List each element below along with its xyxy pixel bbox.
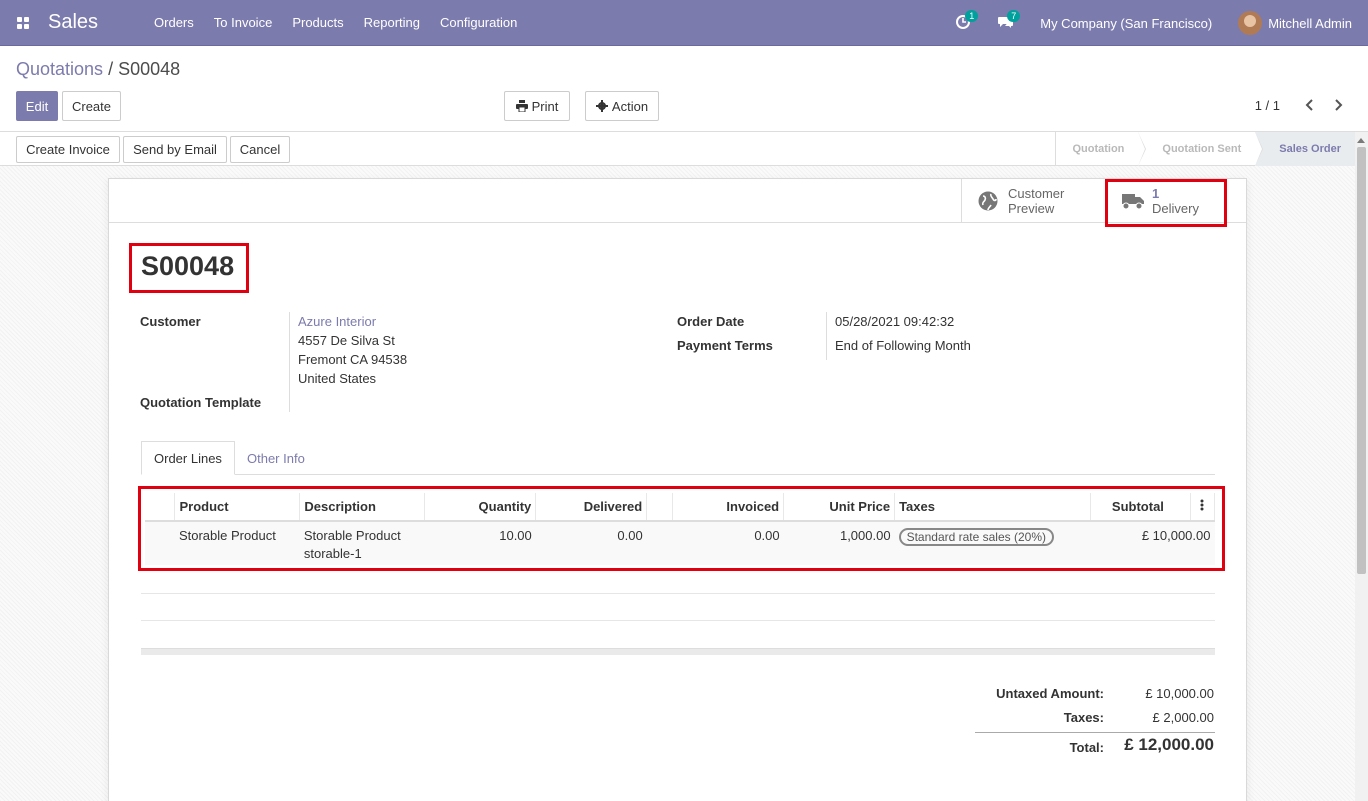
stage-quotation[interactable]: Quotation (1056, 132, 1147, 166)
customer-address-country: United States (298, 371, 377, 386)
order-date-value: 05/28/2021 09:42:32 (835, 314, 955, 329)
create-invoice-button[interactable]: Create Invoice (16, 136, 120, 163)
breadcrumb: Quotations / S00048 (16, 59, 180, 80)
stage-sales-order[interactable]: Sales Order (1255, 132, 1355, 166)
scroll-thumb[interactable] (1357, 147, 1366, 574)
customer-preview-line2: Preview (1008, 201, 1055, 216)
breadcrumb-current: S00048 (118, 59, 181, 79)
print-icon (515, 100, 528, 112)
empty-line-row-2 (141, 620, 1215, 621)
customer-label: Customer (140, 314, 201, 329)
taxes-value: £ 2,000.00 (1152, 710, 1214, 725)
user-menu[interactable]: Mitchell Admin (1268, 16, 1352, 31)
payment-terms-value: End of Following Month (835, 338, 971, 353)
edit-button[interactable]: Edit (16, 91, 58, 121)
untaxed-amount-label: Untaxed Amount: (996, 686, 1104, 701)
notebook-tabs: Order Lines Other Info (141, 441, 1215, 475)
stage-quotation-sent[interactable]: Quotation Sent (1138, 132, 1264, 166)
apps-menu-icon[interactable] (0, 0, 46, 46)
payment-terms-label: Payment Terms (677, 338, 773, 353)
user-avatar[interactable] (1238, 11, 1263, 35)
customer-preview-line1: Customer (1008, 186, 1065, 201)
status-stages: Quotation Quotation Sent Sales Order (1055, 132, 1355, 166)
gear-icon (595, 100, 608, 112)
activity-badge: 1 (965, 10, 979, 22)
tab-order-lines[interactable]: Order Lines (141, 441, 235, 475)
send-by-email-button[interactable]: Send by Email (123, 136, 227, 163)
totals-divider (975, 732, 1215, 733)
total-label: Total: (1069, 740, 1104, 755)
scroll-up-arrow-icon[interactable] (1357, 138, 1365, 143)
total-value: £ 12,000.00 (1124, 735, 1214, 754)
empty-line-row-1 (141, 593, 1215, 594)
breadcrumb-separator: / (108, 59, 114, 79)
smart-buttons-row: Customer Preview 1 Delivery (109, 179, 1246, 223)
control-panel: Quotations / S00048 Edit Create Print Ac… (0, 46, 1368, 132)
print-button[interactable]: Print (504, 91, 570, 121)
order-date-divider (826, 312, 827, 360)
customer-address-city: Fremont CA 94538 (298, 352, 408, 367)
main-menu: Orders To Invoice Products Reporting Con… (144, 0, 527, 46)
pager-value[interactable]: 1 / 1 (1255, 98, 1280, 113)
tab-other-info[interactable]: Other Info (235, 441, 317, 475)
menu-orders[interactable]: Orders (144, 0, 204, 46)
customer-field-divider (289, 312, 290, 412)
customer-name-link[interactable]: Azure Interior (298, 314, 376, 329)
menu-reporting[interactable]: Reporting (354, 0, 430, 46)
messages-badge: 7 (1007, 10, 1021, 22)
status-bar: Create Invoice Send by Email Cancel Quot… (0, 132, 1368, 166)
table-footer (141, 648, 1215, 655)
action-button[interactable]: Action (585, 91, 659, 121)
pager-next-icon[interactable] (1330, 97, 1346, 113)
activity-clock-icon[interactable]: 1 (956, 10, 979, 31)
delivery-highlight-box (1105, 179, 1227, 227)
taxes-label: Taxes: (1063, 710, 1104, 725)
order-date-label: Order Date (677, 314, 745, 329)
menu-to-invoice[interactable]: To Invoice (204, 0, 283, 46)
untaxed-amount-value: £ 10,000.00 (1145, 686, 1214, 701)
pager-previous-icon[interactable] (1302, 97, 1318, 113)
customer-preview-button[interactable]: Customer Preview (961, 179, 1105, 223)
create-button[interactable]: Create (62, 91, 121, 121)
messages-chat-icon[interactable]: 7 (998, 10, 1021, 31)
cancel-button[interactable]: Cancel (230, 136, 290, 163)
menu-configuration[interactable]: Configuration (430, 0, 527, 46)
app-name[interactable]: Sales (48, 11, 98, 34)
menu-products[interactable]: Products (282, 0, 353, 46)
order-name-highlight-box (129, 243, 249, 293)
print-label: Print (531, 98, 559, 114)
company-switcher[interactable]: My Company (San Francisco) (1040, 16, 1212, 31)
breadcrumb-quotations[interactable]: Quotations (16, 59, 103, 79)
quotation-template-label: Quotation Template (140, 395, 262, 410)
globe-icon (978, 191, 998, 211)
order-lines-highlight-box (138, 486, 1225, 571)
customer-address-street: 4557 De Silva St (298, 333, 395, 348)
action-label: Action (611, 98, 649, 114)
top-navbar: Sales Orders To Invoice Products Reporti… (0, 0, 1368, 46)
